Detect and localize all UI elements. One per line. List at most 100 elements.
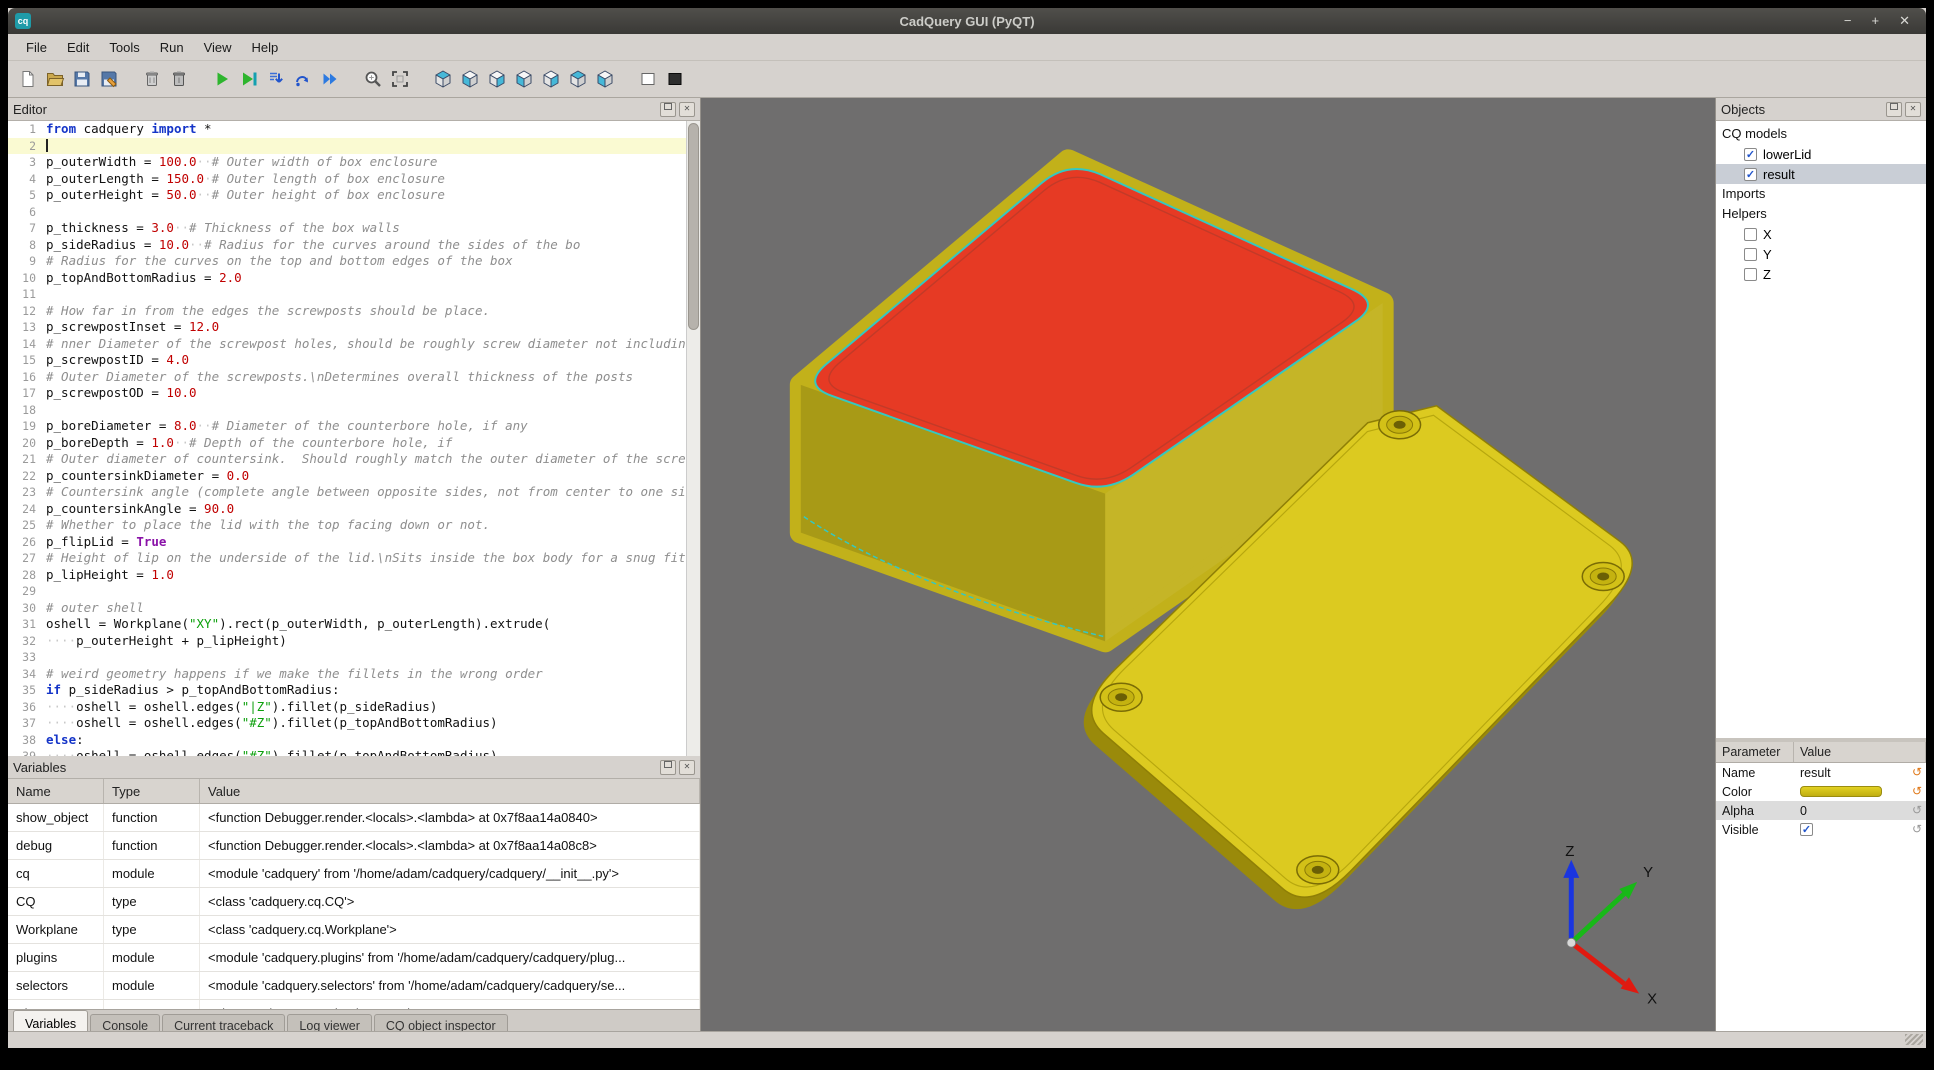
code-line[interactable]: 19p_boreDiameter = 8.0··# Diameter of th… — [8, 418, 687, 435]
reset-icon[interactable]: ↺ — [1908, 801, 1926, 820]
step-into-button[interactable] — [262, 66, 289, 93]
code-line[interactable]: 15p_screwpostID = 4.0 — [8, 352, 687, 369]
new-file-button[interactable] — [14, 66, 41, 93]
resize-grip-icon[interactable] — [1905, 1034, 1923, 1045]
tree-item-z[interactable]: Z — [1716, 264, 1926, 284]
tree-group-cq-models[interactable]: CQ models — [1716, 124, 1926, 144]
code-line[interactable]: 4p_outerLength = 150.0·# Outer length of… — [8, 171, 687, 188]
code-line[interactable]: 12# How far in from the edges the screwp… — [8, 303, 687, 320]
tree-item-result[interactable]: ✓result — [1716, 164, 1926, 184]
code-line[interactable]: 30# outer shell — [8, 600, 687, 617]
step-over-button[interactable] — [289, 66, 316, 93]
editor-float-button[interactable] — [660, 102, 676, 117]
code-line[interactable]: 39····oshell = oshell.edges("#Z").fillet… — [8, 748, 687, 756]
shaded-button[interactable] — [661, 66, 688, 93]
save-as-button[interactable] — [95, 66, 122, 93]
maximize-button[interactable]: + — [1872, 8, 1880, 34]
code-line[interactable]: 29 — [8, 583, 687, 600]
code-editor[interactable]: 1from cadquery import *23p_outerWidth = … — [8, 121, 700, 756]
code-line[interactable]: 27# Height of lip on the underside of th… — [8, 550, 687, 567]
code-line[interactable]: 31oshell = Workplane("XY").rect(p_outerW… — [8, 616, 687, 633]
param-row-alpha[interactable]: Alpha0↺ — [1716, 801, 1926, 820]
menu-help[interactable]: Help — [242, 37, 289, 58]
code-line[interactable]: 9# Radius for the curves on the top and … — [8, 253, 687, 270]
run-button[interactable] — [208, 66, 235, 93]
param-row-visible[interactable]: Visible✓↺ — [1716, 820, 1926, 839]
param-value[interactable] — [1794, 786, 1908, 797]
code-line[interactable]: 36····oshell = oshell.edges("|Z").fillet… — [8, 699, 687, 716]
minimize-button[interactable]: − — [1844, 8, 1852, 34]
param-row-name[interactable]: Nameresult↺ — [1716, 763, 1926, 782]
tree-group-imports[interactable]: Imports — [1716, 184, 1926, 204]
save-file-button[interactable] — [68, 66, 95, 93]
code-line[interactable]: 13p_screwpostInset = 12.0 — [8, 319, 687, 336]
code-line[interactable]: 17p_screwpostOD = 10.0 — [8, 385, 687, 402]
view-right-button[interactable] — [537, 66, 564, 93]
close-button[interactable]: ✕ — [1899, 8, 1910, 34]
wireframe-button[interactable] — [634, 66, 661, 93]
variable-row[interactable]: Workplanetype<class 'cadquery.cq.Workpla… — [8, 916, 700, 944]
code-line[interactable]: 11 — [8, 286, 687, 303]
tree-item-lowerlid[interactable]: ✓lowerLid — [1716, 144, 1926, 164]
tree-item-x[interactable]: X — [1716, 224, 1926, 244]
code-line[interactable]: 7p_thickness = 3.0··# Thickness of the b… — [8, 220, 687, 237]
code-line[interactable]: 1from cadquery import * — [8, 121, 687, 138]
column-header-parameter[interactable]: Parameter — [1716, 742, 1794, 762]
code-line[interactable]: 38else: — [8, 732, 687, 749]
code-line[interactable]: 26p_flipLid = True — [8, 534, 687, 551]
editor-close-button[interactable]: ✕ — [679, 102, 695, 117]
editor-scrollbar[interactable] — [686, 121, 700, 756]
code-line[interactable]: 3p_outerWidth = 100.0··# Outer width of … — [8, 154, 687, 171]
code-line[interactable]: 22p_countersinkDiameter = 0.0 — [8, 468, 687, 485]
checkbox[interactable] — [1744, 248, 1757, 261]
code-line[interactable]: 18 — [8, 402, 687, 419]
tree-group-helpers[interactable]: Helpers — [1716, 204, 1926, 224]
view-bottom-button[interactable] — [591, 66, 618, 93]
objects-float-button[interactable] — [1886, 102, 1902, 117]
debug-button[interactable] — [235, 66, 262, 93]
continue-button[interactable] — [316, 66, 343, 93]
code-line[interactable]: 10p_topAndBottomRadius = 2.0 — [8, 270, 687, 287]
color-swatch[interactable] — [1800, 786, 1882, 797]
column-header-value[interactable]: Value — [200, 779, 700, 803]
code-line[interactable]: 21# Outer diameter of countersink. Shoul… — [8, 451, 687, 468]
code-line[interactable]: 20p_boreDepth = 1.0··# Depth of the coun… — [8, 435, 687, 452]
variable-row[interactable]: Planetype<class 'cadquery.occ_impl.geom.… — [8, 1000, 700, 1009]
open-file-button[interactable] — [41, 66, 68, 93]
code-line[interactable]: 28p_lipHeight = 1.0 — [8, 567, 687, 584]
variables-close-button[interactable]: ✕ — [679, 760, 695, 775]
checkbox[interactable] — [1744, 268, 1757, 281]
variable-row[interactable]: cqmodule<module 'cadquery' from '/home/a… — [8, 860, 700, 888]
code-line[interactable]: 6 — [8, 204, 687, 221]
view-front-button[interactable] — [456, 66, 483, 93]
code-line[interactable]: 8p_sideRadius = 10.0··# Radius for the c… — [8, 237, 687, 254]
checkbox[interactable]: ✓ — [1744, 168, 1757, 181]
code-line[interactable]: 32····p_outerHeight + p_lipHeight) — [8, 633, 687, 650]
menu-run[interactable]: Run — [150, 37, 194, 58]
tree-item-y[interactable]: Y — [1716, 244, 1926, 264]
code-line[interactable]: 2 — [8, 138, 687, 155]
column-header-value[interactable]: Value — [1794, 742, 1926, 762]
3d-viewport[interactable]: Z Y X — [701, 98, 1715, 1031]
menu-tools[interactable]: Tools — [99, 37, 149, 58]
delete-button[interactable] — [165, 66, 192, 93]
reset-icon[interactable]: ↺ — [1908, 763, 1926, 782]
menu-view[interactable]: View — [194, 37, 242, 58]
code-line[interactable]: 34# weird geometry happens if we make th… — [8, 666, 687, 683]
reset-icon[interactable]: ↺ — [1908, 820, 1926, 839]
code-line[interactable]: 37····oshell = oshell.edges("#Z").fillet… — [8, 715, 687, 732]
menu-file[interactable]: File — [16, 37, 57, 58]
code-line[interactable]: 33 — [8, 649, 687, 666]
objects-close-button[interactable]: ✕ — [1905, 102, 1921, 117]
code-line[interactable]: 25# Whether to place the lid with the to… — [8, 517, 687, 534]
title-bar[interactable]: cq CadQuery GUI (PyQT) − + ✕ — [8, 8, 1926, 34]
fit-all-button[interactable] — [386, 66, 413, 93]
column-header-type[interactable]: Type — [104, 779, 200, 803]
code-line[interactable]: 16# Outer Diameter of the screwposts.\nD… — [8, 369, 687, 386]
variables-float-button[interactable] — [660, 760, 676, 775]
menu-edit[interactable]: Edit — [57, 37, 99, 58]
view-back-button[interactable] — [483, 66, 510, 93]
variable-row[interactable]: pluginsmodule<module 'cadquery.plugins' … — [8, 944, 700, 972]
column-header-name[interactable]: Name — [8, 779, 104, 803]
zoom-fit-button[interactable] — [359, 66, 386, 93]
